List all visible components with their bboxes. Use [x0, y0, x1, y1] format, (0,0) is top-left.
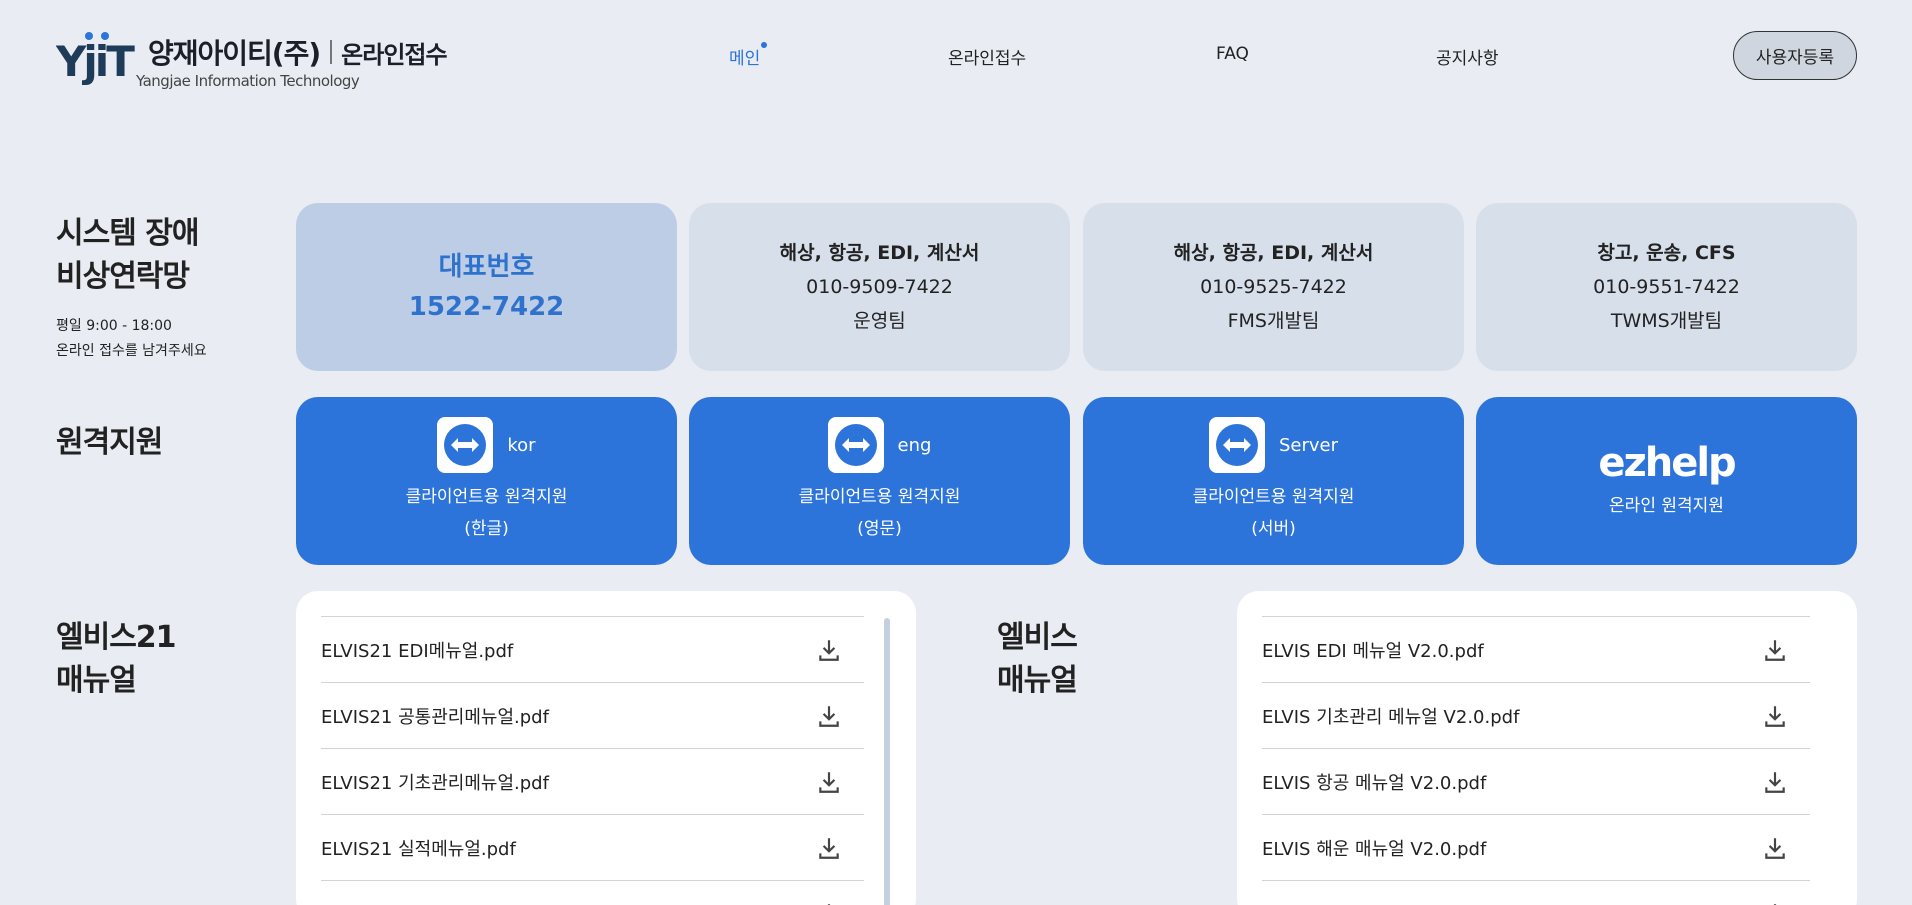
file-row[interactable]: [321, 880, 864, 905]
remote-section-title: 원격지원: [56, 425, 163, 460]
download-icon[interactable]: [816, 637, 842, 663]
teamviewer-icon: [437, 417, 494, 473]
contact-card-title: 창고, 운송, CFS: [1597, 242, 1736, 264]
manual-section-title: 엘비스 매뉴얼: [997, 616, 1078, 702]
download-icon[interactable]: [1762, 835, 1788, 861]
remote-tag: eng: [897, 434, 932, 456]
manual21-section-title: 엘비스21 매뉴얼: [56, 616, 177, 702]
nav-main-label: 메인: [729, 49, 761, 69]
download-icon[interactable]: [1762, 703, 1788, 729]
emergency-title-line1: 시스템 장애: [56, 216, 199, 251]
download-icon[interactable]: [1762, 769, 1788, 795]
ezhelp-label: 온라인 원격지원: [1609, 496, 1724, 516]
remote-support-eng[interactable]: eng 클라이언트용 원격지원 (영문): [689, 397, 1070, 565]
contact-card-phone: 010-9551-7422: [1593, 276, 1740, 298]
remote-line1: 클라이언트용 원격지원: [405, 487, 568, 507]
manual21-file-list: ELVIS21 EDI메뉴얼.pdf ELVIS21 공통관리메뉴얼.pdf E…: [296, 591, 916, 905]
file-name: ELVIS21 공통관리메뉴얼.pdf: [321, 706, 549, 728]
manual-title-line2: 매뉴얼: [997, 663, 1078, 698]
emergency-title-line2: 비상연락망: [56, 259, 190, 294]
file-row[interactable]: ELVIS 기초관리 메뉴얼 V2.0.pdf: [1262, 682, 1810, 748]
file-name: ELVIS 해운 매뉴얼 V2.0.pdf: [1262, 838, 1487, 860]
contact-card-fms: 해상, 항공, EDI, 계산서 010-9525-7422 FMS개발팀: [1083, 203, 1464, 371]
main-number-card: 대표번호 1522-7422: [296, 203, 677, 371]
file-name: ELVIS21 EDI메뉴얼.pdf: [321, 640, 514, 662]
contact-card-phone: 010-9525-7422: [1200, 276, 1347, 298]
file-name: ELVIS 기초관리 메뉴얼 V2.0.pdf: [1262, 706, 1520, 728]
contact-card-title: 해상, 항공, EDI, 계산서: [779, 242, 980, 264]
file-row[interactable]: ELVIS 항공 메뉴얼 V2.0.pdf: [1262, 748, 1810, 814]
remote-line1: 클라이언트용 원격지원: [1192, 487, 1355, 507]
online-note: 온라인 접수를 남겨주세요: [56, 343, 207, 359]
register-user-button[interactable]: 사용자등록: [1733, 31, 1857, 80]
remote-line2: (서버): [1251, 519, 1296, 539]
file-row[interactable]: ELVIS21 기초관리메뉴얼.pdf: [321, 748, 864, 814]
contact-card-phone: 010-9509-7422: [806, 276, 953, 298]
manual21-title-line1: 엘비스21: [56, 620, 177, 655]
emergency-note: 평일 9:00 - 18:00 온라인 접수를 남겨주세요: [56, 314, 207, 364]
brand-english-name: Yangjae Information Technology: [136, 72, 360, 90]
remote-line1: 클라이언트용 원격지원: [798, 487, 961, 507]
remote-support-server[interactable]: Server 클라이언트용 원격지원 (서버): [1083, 397, 1464, 565]
file-name: ELVIS 항공 메뉴얼 V2.0.pdf: [1262, 772, 1487, 794]
manual21-title-line2: 매뉴얼: [56, 663, 137, 698]
main-number-value: 1522-7422: [408, 292, 565, 322]
brand-name: 양재아이티(주): [148, 37, 321, 70]
remote-line2: (영문): [857, 519, 902, 539]
contact-card-title: 해상, 항공, EDI, 계산서: [1173, 242, 1374, 264]
nav-main[interactable]: 메인: [729, 42, 768, 69]
remote-support-ezhelp[interactable]: ezhelp 온라인 원격지원: [1476, 397, 1857, 565]
download-icon[interactable]: [816, 703, 842, 729]
site-logo[interactable]: YjiT 양재아이티(주) 온라인접수 Yangjae Information …: [55, 32, 448, 92]
contact-card-twms: 창고, 운송, CFS 010-9551-7422 TWMS개발팀: [1476, 203, 1857, 371]
file-row[interactable]: ELVIS EDI 메뉴얼 V2.0.pdf: [1262, 616, 1810, 682]
file-row[interactable]: ELVIS 해운 매뉴얼 V2.0.pdf: [1262, 814, 1810, 880]
nav-notice[interactable]: 공지사항: [1436, 44, 1499, 69]
brand-subtitle: 온라인접수: [341, 40, 447, 69]
file-row[interactable]: ELVIS21 실적메뉴얼.pdf: [321, 814, 864, 880]
remote-tag: kor: [507, 434, 536, 456]
download-icon[interactable]: [1762, 901, 1788, 905]
brand-divider: [330, 40, 333, 64]
file-name: ELVIS21 실적메뉴얼.pdf: [321, 838, 516, 860]
contact-card-team: FMS개발팀: [1227, 310, 1320, 332]
yjit-logo-icon: YjiT: [55, 32, 138, 92]
contact-card-team: TWMS개발팀: [1610, 310, 1723, 332]
file-row[interactable]: [1262, 880, 1810, 905]
download-icon[interactable]: [1762, 637, 1788, 663]
file-name: ELVIS21 기초관리메뉴얼.pdf: [321, 772, 549, 794]
contact-card-ops: 해상, 항공, EDI, 계산서 010-9509-7422 운영팀: [689, 203, 1070, 371]
remote-line2: (한글): [464, 519, 509, 539]
remote-support-kor[interactable]: kor 클라이언트용 원격지원 (한글): [296, 397, 677, 565]
business-hours: 평일 9:00 - 18:00: [56, 318, 172, 334]
file-name: ELVIS EDI 메뉴얼 V2.0.pdf: [1262, 640, 1484, 662]
main-number-label: 대표번호: [438, 252, 535, 282]
download-icon[interactable]: [816, 769, 842, 795]
emergency-section-title: 시스템 장애 비상연락망: [56, 212, 199, 298]
manual-title-line1: 엘비스: [997, 620, 1078, 655]
file-row[interactable]: ELVIS21 EDI메뉴얼.pdf: [321, 616, 864, 682]
remote-tag: Server: [1278, 434, 1339, 456]
nav-online-apply[interactable]: 온라인접수: [948, 44, 1026, 69]
svg-text:YjiT: YjiT: [56, 37, 135, 86]
file-row[interactable]: ELVIS21 공통관리메뉴얼.pdf: [321, 682, 864, 748]
teamviewer-icon: [827, 417, 884, 473]
download-icon[interactable]: [816, 901, 842, 905]
header: YjiT 양재아이티(주) 온라인접수 Yangjae Information …: [0, 0, 1912, 110]
manual-file-list: ELVIS EDI 메뉴얼 V2.0.pdf ELVIS 기초관리 메뉴얼 V2…: [1237, 591, 1857, 905]
manual21-scrollbar[interactable]: [884, 618, 890, 905]
active-indicator-dot: [761, 42, 768, 48]
ezhelp-logo: ezhelp: [1598, 440, 1736, 486]
download-icon[interactable]: [816, 835, 842, 861]
contact-card-team: 운영팀: [853, 310, 906, 332]
nav-faq[interactable]: FAQ: [1216, 44, 1249, 64]
teamviewer-icon: [1208, 417, 1265, 473]
